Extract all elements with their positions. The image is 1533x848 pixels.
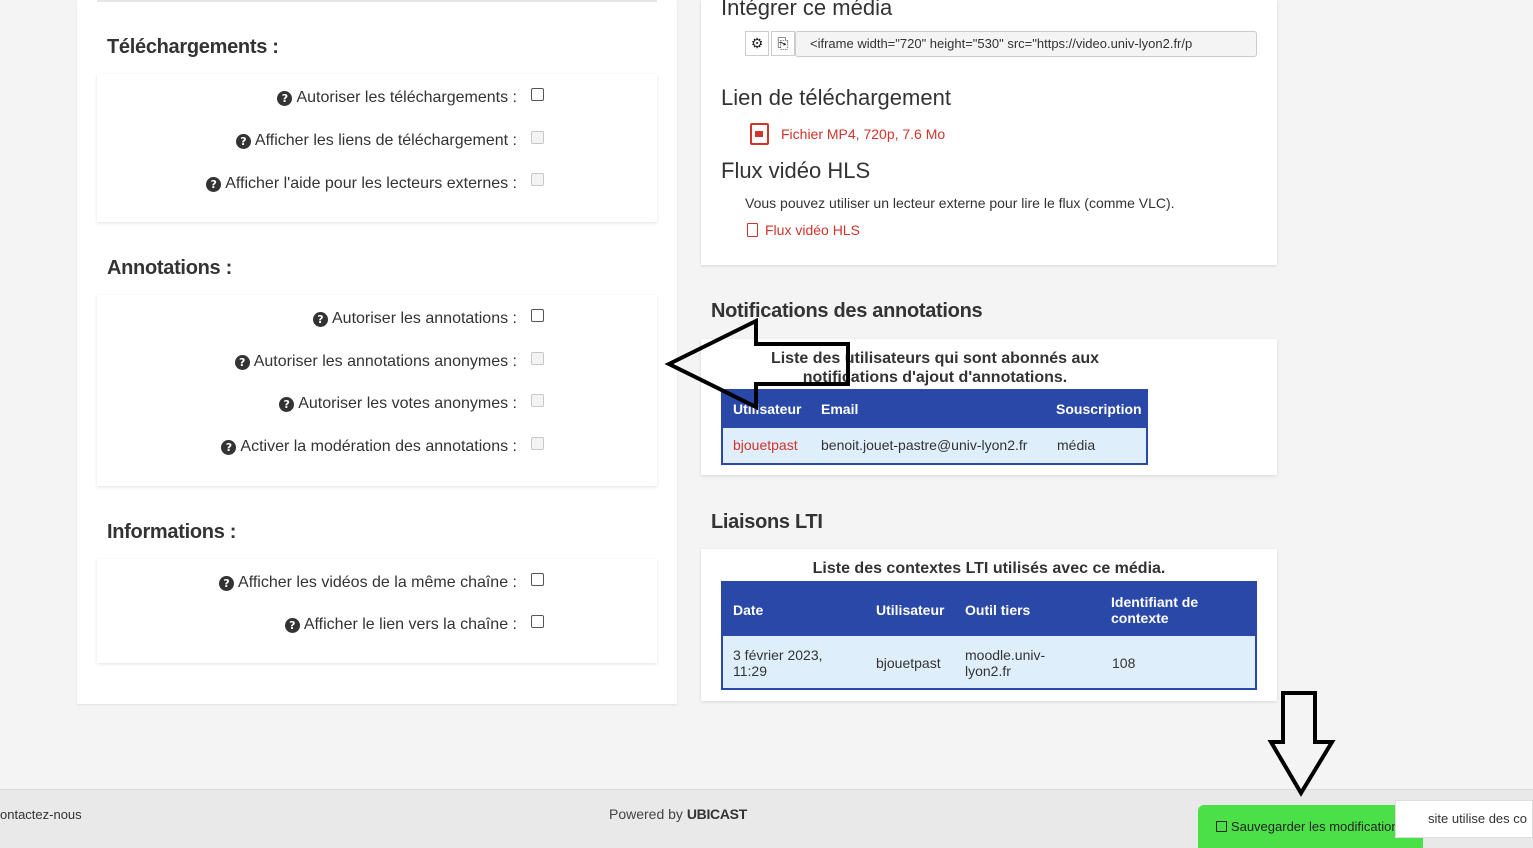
- same-channel-videos-label: Afficher les vidéos de la même chaîne :: [238, 574, 517, 591]
- download-link-title: Lien de téléchargement: [721, 85, 951, 110]
- column-header-user: Utilisateur: [876, 602, 945, 618]
- table-row: 3 février 2023, 11:29 bjouetpast moodle.…: [723, 636, 1255, 688]
- channel-link-checkbox[interactable]: [531, 615, 544, 628]
- annotation-moderation-label: Activer la modération des annotations :: [240, 438, 517, 455]
- anonymous-annotations-checkbox[interactable]: [531, 352, 544, 365]
- column-header-context: Identifiant de contexte: [1111, 594, 1199, 626]
- subscriber-subscription: média: [1057, 437, 1096, 453]
- floppy-disk-icon: [1215, 821, 1227, 832]
- lti-context-id: 108: [1112, 655, 1136, 671]
- save-changes-button[interactable]: Sauvegarder les modifications: [1198, 805, 1423, 848]
- show-download-links-label: Afficher les liens de téléchargement :: [254, 132, 517, 149]
- table-row: bjouetpast benoit.jouet-pastre@univ-lyon…: [723, 428, 1146, 463]
- question-circle-icon[interactable]: ?: [219, 575, 235, 591]
- allow-annotations-label: Autoriser les annotations :: [332, 310, 517, 327]
- question-circle-icon[interactable]: ?: [221, 439, 237, 455]
- lti-caption: Liste des contextes LTI utilisés avec ce…: [812, 560, 1166, 577]
- annotation-moderation-row: ? Activer la modération des annotations …: [221, 436, 517, 458]
- external-player-help-row: ? Afficher l'aide pour les lecteurs exte…: [206, 173, 517, 195]
- subscriber-email: benoit.jouet-pastre@univ-lyon2.fr: [821, 437, 1028, 453]
- channel-link-row: ? Afficher le lien vers la chaîne :: [284, 614, 517, 636]
- anonymous-votes-label: Autoriser les votes anonymes :: [298, 395, 517, 412]
- powered-by-prefix: Powered by: [609, 806, 683, 822]
- hls-title: Flux vidéo HLS: [721, 158, 871, 183]
- file-video-icon: [750, 123, 769, 145]
- show-download-links-row: ? Afficher les liens de téléchargement :: [235, 130, 517, 152]
- embed-title: Intégrer ce média: [721, 0, 893, 20]
- lti-user: bjouetpast: [876, 655, 941, 671]
- annotations-card: ? Autoriser les annotations : ? Autorise…: [97, 295, 657, 486]
- lti-tool: moodle.univ-lyon2.fr: [965, 647, 1046, 679]
- question-circle-icon[interactable]: ?: [234, 354, 250, 370]
- question-circle-icon[interactable]: ?: [284, 617, 300, 633]
- left-arrow-shape: [664, 318, 850, 411]
- gear-icon[interactable]: ⚙: [745, 31, 769, 56]
- powered-by: Powered by UBICAST: [609, 806, 747, 822]
- hls-stream-link[interactable]: Flux vidéo HLS: [747, 222, 860, 238]
- lti-table: Date Utilisateur Outil tiers Identifiant…: [721, 581, 1257, 690]
- anonymous-votes-checkbox[interactable]: [531, 394, 544, 407]
- down-arrow-annotation: [1267, 691, 1336, 797]
- contact-link[interactable]: ontactez-nous: [0, 807, 82, 822]
- column-header-subscription: Souscription: [1056, 401, 1142, 417]
- informations-section-title: Informations :: [107, 521, 237, 543]
- external-player-help-label: Afficher l'aide pour les lecteurs extern…: [225, 175, 517, 192]
- allow-downloads-label: Autoriser les téléchargements :: [296, 89, 517, 106]
- anonymous-annotations-row: ? Autoriser les annotations anonymes :: [234, 351, 517, 373]
- ubicast-brand-link[interactable]: UBICAST: [687, 806, 747, 822]
- same-channel-videos-row: ? Afficher les vidéos de la même chaîne …: [219, 572, 517, 594]
- cookie-banner: site utilise des co: [1395, 800, 1533, 838]
- copy-icon[interactable]: ⎘: [771, 31, 795, 56]
- embed-buttons: ⚙ ⎘: [745, 31, 797, 56]
- informations-card: ? Afficher les vidéos de la même chaîne …: [97, 559, 657, 663]
- column-header-date: Date: [733, 602, 764, 618]
- channel-link-label: Afficher le lien vers la chaîne :: [303, 616, 517, 633]
- external-player-help-checkbox[interactable]: [531, 173, 544, 186]
- lti-date: 3 février 2023, 11:29: [733, 647, 823, 679]
- question-circle-icon[interactable]: ?: [206, 176, 222, 192]
- subscriber-user-link[interactable]: bjouetpast: [733, 437, 798, 453]
- hls-stream-label: Flux vidéo HLS: [765, 222, 860, 238]
- downloads-card: ? Autoriser les téléchargements : ? Affi…: [97, 74, 657, 222]
- file-text-icon: [747, 223, 758, 237]
- question-circle-icon[interactable]: ?: [313, 311, 328, 327]
- embed-code-input[interactable]: <iframe width="720" height="530" src="ht…: [795, 31, 1257, 57]
- downloads-section-title: Téléchargements :: [107, 36, 279, 58]
- anonymous-votes-row: ? Autoriser les votes anonymes :: [279, 393, 517, 415]
- lti-title: Liaisons LTI: [711, 511, 823, 533]
- annotation-moderation-checkbox[interactable]: [531, 437, 544, 450]
- mp4-download-link[interactable]: Fichier MP4, 720p, 7.6 Mo: [750, 123, 945, 145]
- previous-card-edge: [97, 0, 657, 2]
- allow-downloads-checkbox[interactable]: [531, 88, 544, 101]
- show-download-links-checkbox[interactable]: [531, 131, 544, 144]
- allow-annotations-checkbox[interactable]: [531, 309, 544, 322]
- allow-downloads-row: ? Autoriser les téléchargements :: [277, 87, 517, 109]
- anonymous-annotations-label: Autoriser les annotations anonymes :: [253, 353, 517, 370]
- question-circle-icon[interactable]: ?: [277, 90, 293, 106]
- column-header-tool: Outil tiers: [965, 602, 1031, 618]
- mp4-download-label: Fichier MP4, 720p, 7.6 Mo: [781, 126, 946, 142]
- same-channel-videos-checkbox[interactable]: [531, 573, 544, 586]
- save-changes-label: Sauvegarder les modifications: [1230, 819, 1406, 834]
- annotations-section-title: Annotations :: [107, 257, 232, 279]
- left-arrow-annotation: [664, 318, 850, 411]
- allow-annotations-row: ? Autoriser les annotations :: [313, 308, 517, 330]
- question-circle-icon[interactable]: ?: [279, 396, 295, 412]
- lti-table-header: Date Utilisateur Outil tiers Identifiant…: [723, 583, 1255, 636]
- hls-description: Vous pouvez utiliser un lecteur externe …: [745, 195, 1175, 211]
- down-arrow-shape: [1267, 691, 1336, 797]
- question-circle-icon[interactable]: ?: [235, 133, 251, 149]
